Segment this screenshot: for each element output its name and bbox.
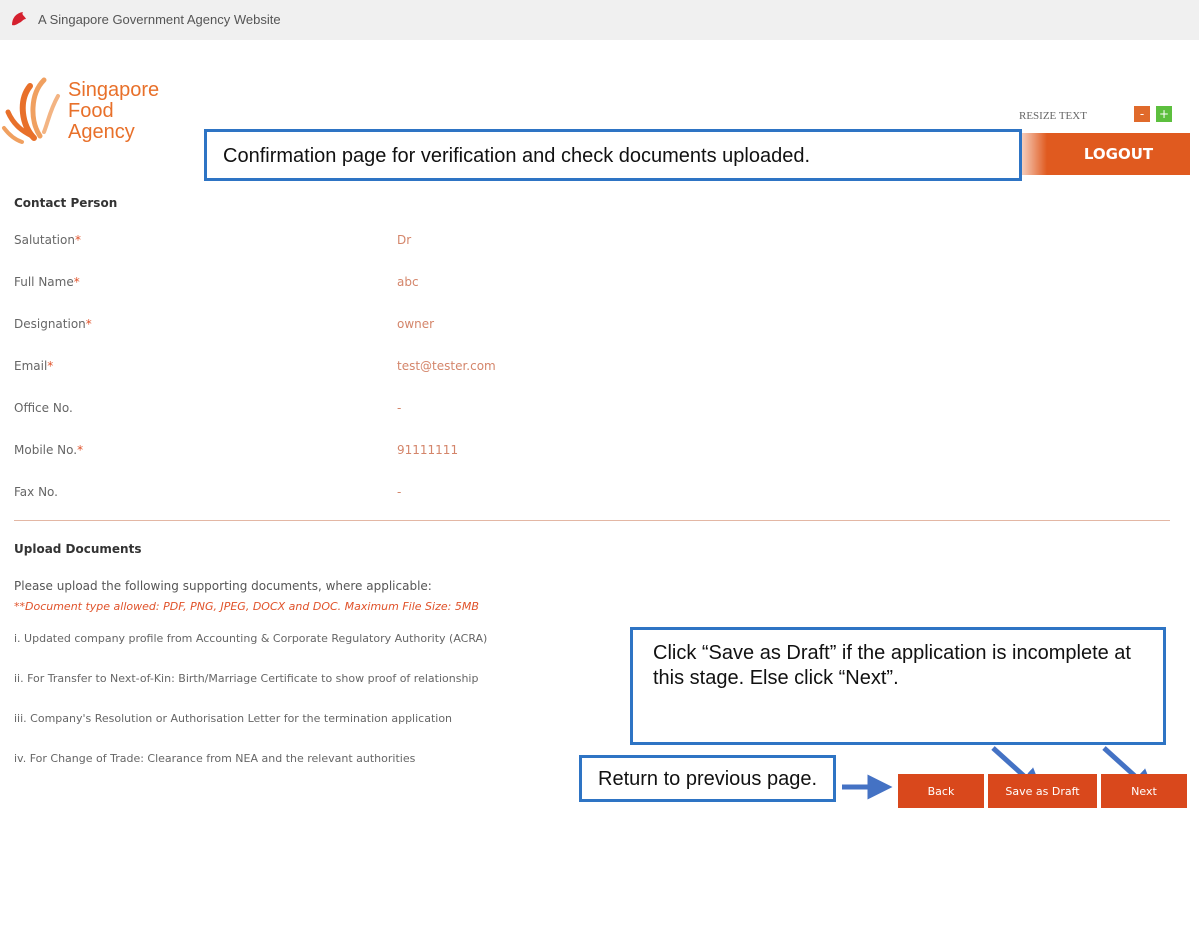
next-button[interactable]: Next [1101, 774, 1187, 808]
back-button[interactable]: Back [898, 774, 984, 808]
save-as-draft-button[interactable]: Save as Draft [988, 774, 1097, 808]
